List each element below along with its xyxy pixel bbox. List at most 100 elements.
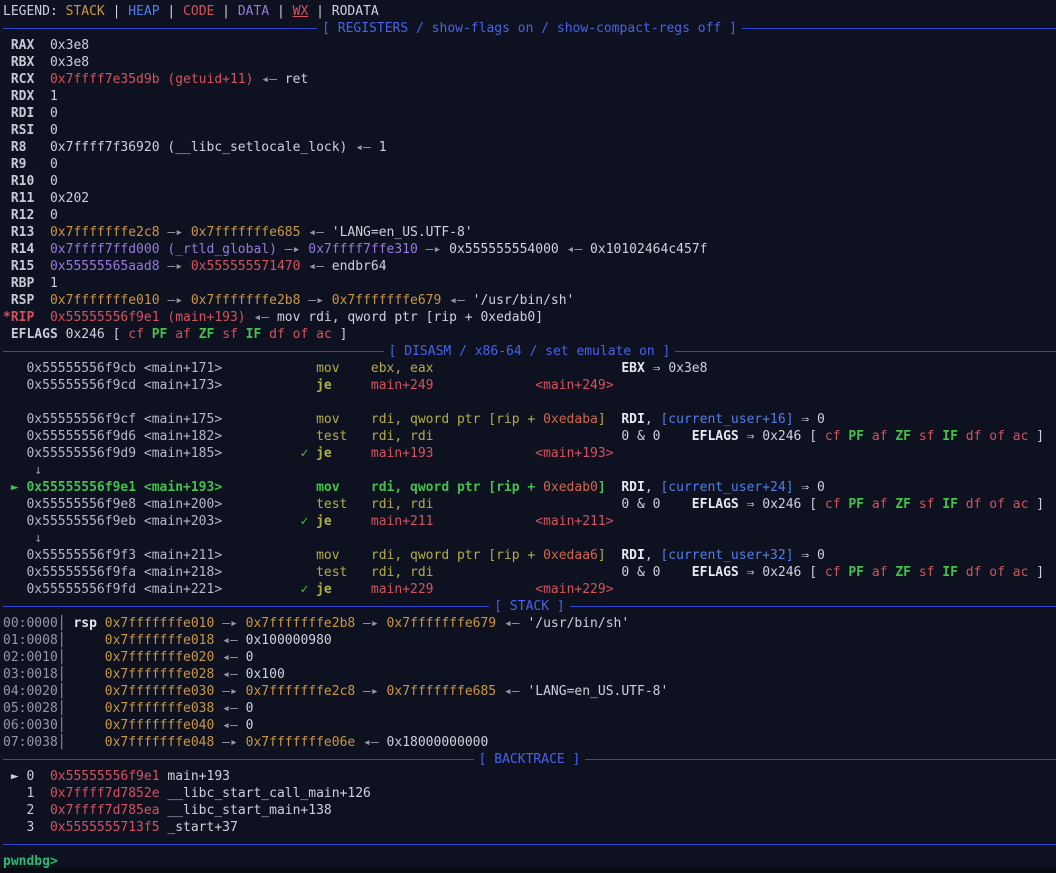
text-segment: , [645, 480, 661, 495]
text-segment: R12 [11, 208, 34, 223]
stack-row-1: 01:0008│ 0x7fffffffe018 ◂— 0x100000980 [3, 632, 1056, 649]
text-segment [340, 548, 371, 563]
text-segment: of [293, 327, 309, 342]
text-segment [3, 123, 11, 138]
section-title-backtrace: [ BACKTRACE ] [474, 751, 586, 768]
separator-line [3, 759, 474, 760]
text-segment: <main+229> [535, 582, 613, 597]
separator-line [3, 28, 317, 29]
text-segment [434, 497, 622, 512]
register-row-r10: R10 0 [3, 173, 1056, 190]
register-row-r12: R12 0 [3, 207, 1056, 224]
text-segment: ◂— [214, 667, 245, 682]
stack-row-7: 07:0038│ 0x7fffffffe048 —▸ 0x7fffffffe06… [3, 734, 1056, 751]
text-segment [911, 429, 919, 444]
text-segment [1005, 429, 1013, 444]
text-segment [3, 378, 26, 393]
text-segment: | [105, 4, 128, 19]
text-segment [434, 361, 622, 376]
text-segment: 0x55555565aad8 [50, 259, 160, 274]
text-segment: 1 [379, 140, 387, 155]
text-segment [958, 497, 966, 512]
text-segment [222, 429, 316, 444]
text-segment: 0x55555556f9e8 <main+200> [26, 497, 222, 512]
text-segment: 0 [817, 548, 825, 563]
text-segment [222, 514, 300, 529]
text-segment: ✓ [300, 514, 316, 529]
text-segment [606, 548, 622, 563]
text-segment: ZF [199, 327, 215, 342]
text-segment: 05:0028│ [3, 701, 66, 716]
text-segment: 0xedaa6 [543, 548, 598, 563]
text-segment: 0x55555556f9cb <main+171> [26, 361, 222, 376]
legend-item-rodata: RODATA [332, 4, 379, 19]
text-segment: rdi, rdi [371, 497, 434, 512]
text-segment: 0x55555556f9fa <main+218> [26, 565, 222, 580]
text-segment: R11 [11, 191, 34, 206]
text-segment: PF [848, 565, 864, 580]
text-segment: of [989, 565, 1005, 580]
text-segment: ◂— [214, 650, 245, 665]
text-segment: R15 [11, 259, 34, 274]
text-segment [66, 701, 105, 716]
text-segment: main+229 [371, 582, 434, 597]
text-segment: mov [316, 480, 339, 495]
text-segment: of [989, 429, 1005, 444]
text-segment [332, 378, 371, 393]
text-segment [34, 242, 50, 257]
text-segment: ◂— [214, 718, 245, 733]
text-segment: EFLAGS [692, 497, 739, 512]
text-segment: ] [1028, 497, 1044, 512]
text-segment: ret [285, 72, 308, 87]
text-segment [1005, 497, 1013, 512]
text-segment [434, 446, 536, 461]
text-segment [434, 514, 536, 529]
text-segment: R13 [11, 225, 34, 240]
prompt-label: pwndbg> [3, 854, 58, 869]
text-segment: RBX [11, 55, 34, 70]
disasm-row-current-main-193: ► 0x55555556f9e1 <main+193> mov rdi, qwo… [3, 479, 1056, 496]
text-segment [340, 361, 371, 376]
separator-line [3, 606, 489, 607]
text-segment: je [316, 446, 332, 461]
text-segment: | [308, 4, 331, 19]
text-segment [222, 565, 316, 580]
stack-row-2: 02:0010│ 0x7fffffffe020 ◂— 0 [3, 649, 1056, 666]
text-segment: cf [825, 497, 841, 512]
text-segment: test [316, 565, 347, 580]
text-segment: R14 [11, 242, 34, 257]
text-segment: [current_user+16] [660, 412, 793, 427]
text-segment [3, 446, 26, 461]
text-segment: '/usr/bin/sh' [473, 293, 575, 308]
text-segment: 0x7fffffffe685 [191, 225, 301, 240]
disasm-row-main-211: 0x55555556f9f3 <main+211> mov rdi, qword… [3, 547, 1056, 564]
text-segment: —▸ [355, 684, 386, 699]
text-segment [238, 327, 246, 342]
text-segment: RCX [11, 72, 34, 87]
text-segment: 0x246 [762, 497, 801, 512]
separator-line [585, 759, 1056, 760]
text-segment: ✓ [300, 446, 316, 461]
pwndbg-terminal[interactable]: LEGEND: STACK | HEAP | CODE | DATA | WX … [0, 0, 1056, 870]
separator-line [570, 606, 1056, 607]
text-segment: 0x7fffffffe048 [105, 735, 215, 750]
backtrace-frame-2: 2 0x7ffff7d785ea __libc_start_main+138 [3, 802, 1056, 819]
text-segment: 3 [3, 820, 50, 835]
text-segment: 0x7fffffffe010 [50, 293, 160, 308]
text-segment: 0x7fffffffe018 [105, 633, 215, 648]
disasm-row-main-175: 0x55555556f9cf <main+175> mov rdi, qword… [3, 411, 1056, 428]
text-segment: 0x246 [762, 429, 801, 444]
text-segment: 0x55555556f9cf <main+175> [26, 412, 222, 427]
text-segment: 1 [3, 786, 50, 801]
text-segment: —▸ [214, 616, 245, 631]
text-segment [34, 276, 50, 291]
text-segment: 0x202 [50, 191, 89, 206]
register-row-rdi: RDI 0 [3, 105, 1056, 122]
text-segment: EFLAGS [692, 429, 739, 444]
text-segment: 0x7ffff7ffe310 [308, 242, 418, 257]
text-segment: 07:0038│ [3, 735, 66, 750]
text-segment [66, 650, 105, 665]
text-segment: ⇒ [794, 480, 817, 495]
text-segment: 0x3e8 [50, 55, 89, 70]
register-row-rcx: RCX 0x7ffff7e35d9b (getuid+11) ◂— ret [3, 71, 1056, 88]
